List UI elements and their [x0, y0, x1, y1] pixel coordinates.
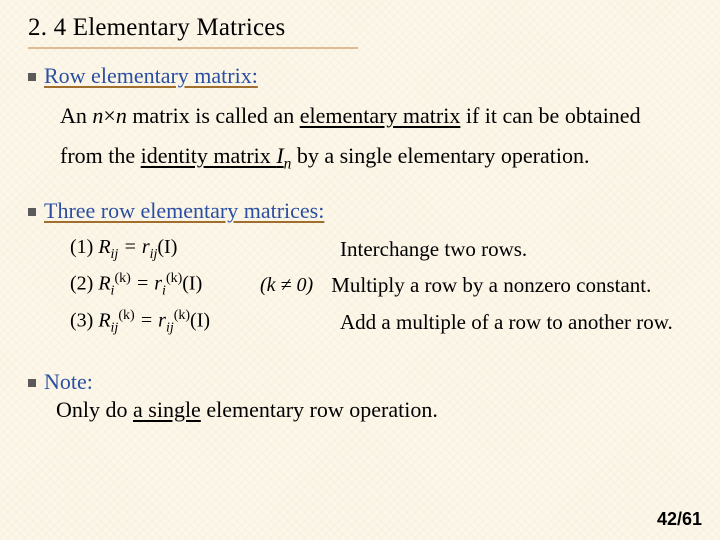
text: from the [60, 143, 141, 168]
text: if it can be obtained [460, 103, 640, 128]
desc-add-multiple: Add a multiple of a row to another row. [340, 310, 673, 335]
desc-interchange: Interchange two rows. [340, 237, 527, 262]
page-number: 42/61 [657, 509, 702, 530]
text: An [60, 103, 92, 128]
bullet-item-2: Three row elementary matrices: [28, 198, 702, 224]
note-body: Only do a single elementary row operatio… [56, 397, 702, 423]
bullet-item-1: Row elementary matrix: [28, 63, 702, 89]
definition-line-1: An n×n matrix is called an elementary ma… [60, 103, 702, 129]
square-bullet-icon [28, 208, 36, 216]
condition-k-nonzero: (k ≠ 0) [260, 274, 313, 297]
equation-row-1: (1) Rij = rij(I) Interchange two rows. [70, 236, 702, 263]
text: by a single elementary operation. [291, 143, 589, 168]
equation-3: (3) Rij(k) = rij(k)(I) [70, 308, 260, 337]
equation-list: (1) Rij = rij(I) Interchange two rows. (… [70, 236, 702, 336]
section-heading: 2. 4 Elementary Matrices [28, 14, 358, 49]
definition-line-2: from the identity matrix In by a single … [60, 143, 702, 174]
equation-row-3: (3) Rij(k) = rij(k)(I) Add a multiple of… [70, 308, 702, 337]
term-row-elementary: Row elementary matrix: [44, 63, 258, 89]
emph-a-single: a single [133, 397, 201, 422]
term-three-row: Three row elementary matrices: [44, 198, 324, 224]
var-I: I [276, 143, 283, 168]
var-n: n [116, 103, 127, 128]
note-label: Note: [44, 369, 93, 395]
var-n: n [92, 103, 103, 128]
term-identity-matrix: identity matrix [141, 143, 277, 168]
text: Only do [56, 397, 133, 422]
equation-2: (2) Ri(k) = ri(k)(I) [70, 271, 260, 300]
desc-multiply: Multiply a row by a nonzero constant. [331, 273, 651, 298]
term-elementary-matrix: elementary matrix [300, 103, 461, 128]
text: matrix is called an [127, 103, 300, 128]
equation-row-2: (2) Ri(k) = ri(k)(I) (k ≠ 0) Multiply a … [70, 271, 702, 300]
text: elementary row operation. [201, 397, 438, 422]
bullet-item-note: Note: [28, 369, 702, 395]
equation-1: (1) Rij = rij(I) [70, 236, 260, 263]
square-bullet-icon [28, 73, 36, 81]
square-bullet-icon [28, 379, 36, 387]
slide-page: 2. 4 Elementary Matrices Row elementary … [0, 0, 720, 540]
times-icon: × [103, 103, 115, 128]
